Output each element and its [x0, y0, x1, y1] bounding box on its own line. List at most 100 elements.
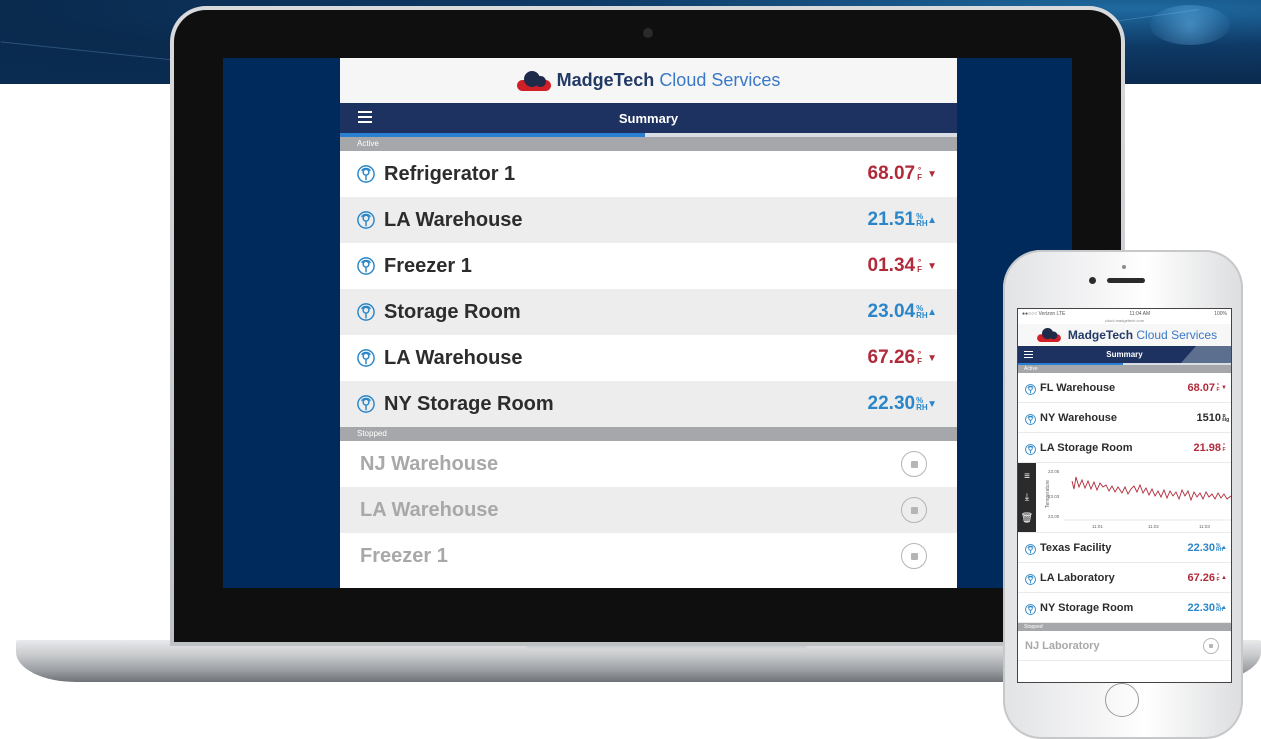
carrier-text: ●●○○○ Verizon LTE	[1022, 310, 1066, 317]
sensor-row[interactable]: LA Warehouse 21.51% RH ▲	[340, 197, 957, 243]
sensor-signal-icon	[1025, 572, 1036, 585]
chart-toolbar: ≡ ⤓ 🗑	[1018, 463, 1036, 532]
phone-sensor-dot	[1122, 265, 1126, 269]
section-label-active: Active	[1018, 365, 1231, 373]
trend-arrow-icon: ▲	[1221, 544, 1227, 551]
brand-name: MadgeTech Cloud Services	[1068, 328, 1217, 342]
sensor-row-stopped[interactable]: Freezer 1	[340, 533, 957, 579]
list-icon[interactable]: ≡	[1024, 471, 1030, 482]
reading-value: 21.51	[867, 209, 916, 230]
sensor-row[interactable]: LA Laboratory 67.26 ° F ▲	[1018, 563, 1231, 593]
cloud-logo-icon	[516, 70, 551, 91]
sensor-reading: 21.98 ° F	[1193, 442, 1227, 454]
sensor-signal-icon	[357, 257, 375, 275]
trend-arrow-icon: ▼	[927, 352, 937, 364]
stop-icon[interactable]	[901, 451, 927, 477]
reading-unit: ° F	[1222, 443, 1226, 453]
progress-bar	[1018, 363, 1231, 365]
sensor-row[interactable]: Storage Room 23.04% RH ▲	[340, 289, 957, 335]
sensor-row-stopped[interactable]: NJ Laboratory	[1018, 631, 1231, 661]
nav-bar: Summary	[340, 103, 957, 133]
sensor-row[interactable]: NY Storage Room 22.30% RH ▲	[1018, 593, 1231, 623]
trend-arrow-icon: ▼	[927, 398, 937, 410]
reading-value: 67.26	[867, 347, 916, 368]
home-button[interactable]	[1105, 683, 1139, 717]
brand-name: MadgeTech Cloud Services	[557, 70, 781, 91]
reading-value: 68.07	[1187, 381, 1216, 394]
earpiece-speaker	[1107, 278, 1145, 283]
trend-arrow-icon: ▼	[1221, 384, 1227, 391]
sensor-row-stopped[interactable]: NJ Warehouse	[340, 441, 957, 487]
trend-arrow-icon: ▲	[927, 214, 937, 226]
unit-bottom: sig	[1222, 416, 1230, 423]
sensor-reading: 22.30% RH ▲	[1188, 602, 1227, 614]
chart-plot: Temperature 23.05 23.03 23.00 11:01 11:0…	[1036, 463, 1231, 532]
sensor-name: Storage Room	[384, 300, 521, 323]
sensor-signal-icon	[357, 395, 375, 413]
reading-unit: % RH	[1216, 543, 1223, 552]
sensor-signal-icon	[1025, 442, 1036, 455]
sensor-row[interactable]: Freezer 1 01.34 ° F ▼	[340, 243, 957, 289]
laptop-screen: MadgeTech Cloud Services Summary Active …	[223, 58, 1072, 588]
download-icon[interactable]: ⤓	[1025, 492, 1029, 503]
brand-header: MadgeTech Cloud Services	[340, 58, 957, 103]
sensor-name: LA Warehouse	[360, 498, 499, 521]
sensor-reading: 22.30% RH ▲	[1188, 542, 1227, 554]
sensor-name: LA Warehouse	[384, 208, 523, 231]
reading-value: 01.34	[867, 255, 916, 276]
stop-icon[interactable]	[1203, 637, 1219, 654]
reading-value: 22.30	[867, 393, 916, 414]
stop-icon[interactable]	[901, 543, 927, 569]
stopped-sensor-list: NJ Laboratory	[1018, 631, 1231, 661]
progress-bar	[340, 133, 957, 137]
stop-icon[interactable]	[901, 497, 927, 523]
phone-device: ●●○○○ Verizon LTE 11:04 AM 100% cloud.ma…	[1003, 250, 1243, 739]
sensor-row[interactable]: FL Warehouse 68.07 ° F ▼	[1018, 373, 1231, 403]
sensor-row[interactable]: LA Storage Room 21.98 ° F	[1018, 433, 1231, 463]
sensor-name: LA Warehouse	[384, 346, 523, 369]
sensor-row-stopped[interactable]: LA Warehouse	[340, 487, 957, 533]
front-camera-icon	[1089, 277, 1096, 284]
progress-fill	[1018, 363, 1123, 365]
sensor-name: NY Warehouse	[1040, 411, 1118, 424]
sensor-name: NY Storage Room	[1040, 601, 1134, 614]
active-sensor-list: Refrigerator 1 68.07 ° F ▼ LA Warehouse 21.51%…	[340, 151, 957, 427]
unit-bottom: F	[917, 357, 923, 366]
sensor-row[interactable]: Refrigerator 1 68.07 ° F ▼	[340, 151, 957, 197]
sensor-name: LA Laboratory	[1040, 571, 1115, 584]
unit-bottom: F	[917, 173, 923, 182]
trend-arrow-icon: ▲	[927, 306, 937, 318]
reading-unit: % RH	[916, 305, 928, 320]
unit-bottom: F	[1222, 446, 1226, 453]
sensor-name: NY Storage Room	[384, 392, 554, 415]
unit-bottom: RH	[916, 403, 928, 412]
hamburger-menu-icon[interactable]	[1024, 351, 1033, 360]
brand-header: MadgeTech Cloud Services	[1018, 324, 1231, 346]
phone-screen: ●●○○○ Verizon LTE 11:04 AM 100% cloud.ma…	[1017, 308, 1232, 683]
clock-text: 11:04 AM	[1129, 310, 1151, 317]
brand-name-light: Cloud Services	[659, 70, 781, 90]
sensor-signal-icon	[1025, 542, 1036, 555]
reading-unit: % RH	[1216, 603, 1223, 612]
trash-icon[interactable]: 🗑	[1021, 513, 1034, 524]
sensor-reading: 67.26 ° F ▼	[868, 347, 937, 369]
sensor-row[interactable]: Texas Facility 22.30% RH ▲	[1018, 533, 1231, 563]
reading-value: 22.30	[1187, 601, 1216, 614]
reading-unit: p sig	[1222, 413, 1230, 423]
unit-bottom: RH	[916, 219, 928, 228]
sensor-reading: 68.07 ° F ▼	[1188, 382, 1227, 394]
sensor-row[interactable]: NY Storage Room 22.30% RH ▼	[340, 381, 957, 427]
sensor-row[interactable]: NY Warehouse 1510 p sig	[1018, 403, 1231, 433]
reading-unit: % RH	[916, 397, 928, 412]
app-window: MadgeTech Cloud Services Summary Active …	[340, 58, 957, 588]
reading-unit: ° F	[916, 259, 923, 274]
sensor-row[interactable]: LA Warehouse 67.26 ° F ▼	[340, 335, 957, 381]
hamburger-menu-icon[interactable]	[358, 111, 372, 123]
sensor-name: Freezer 1	[384, 254, 472, 277]
nav-bar: Summary	[1018, 346, 1231, 363]
section-label-stopped: Stopped	[1018, 623, 1231, 631]
sensor-signal-icon	[357, 211, 375, 229]
unit-bottom: RH	[916, 311, 928, 320]
sensor-reading: 67.26 ° F ▲	[1188, 572, 1227, 584]
sensor-reading: 21.51% RH ▲	[868, 209, 937, 231]
